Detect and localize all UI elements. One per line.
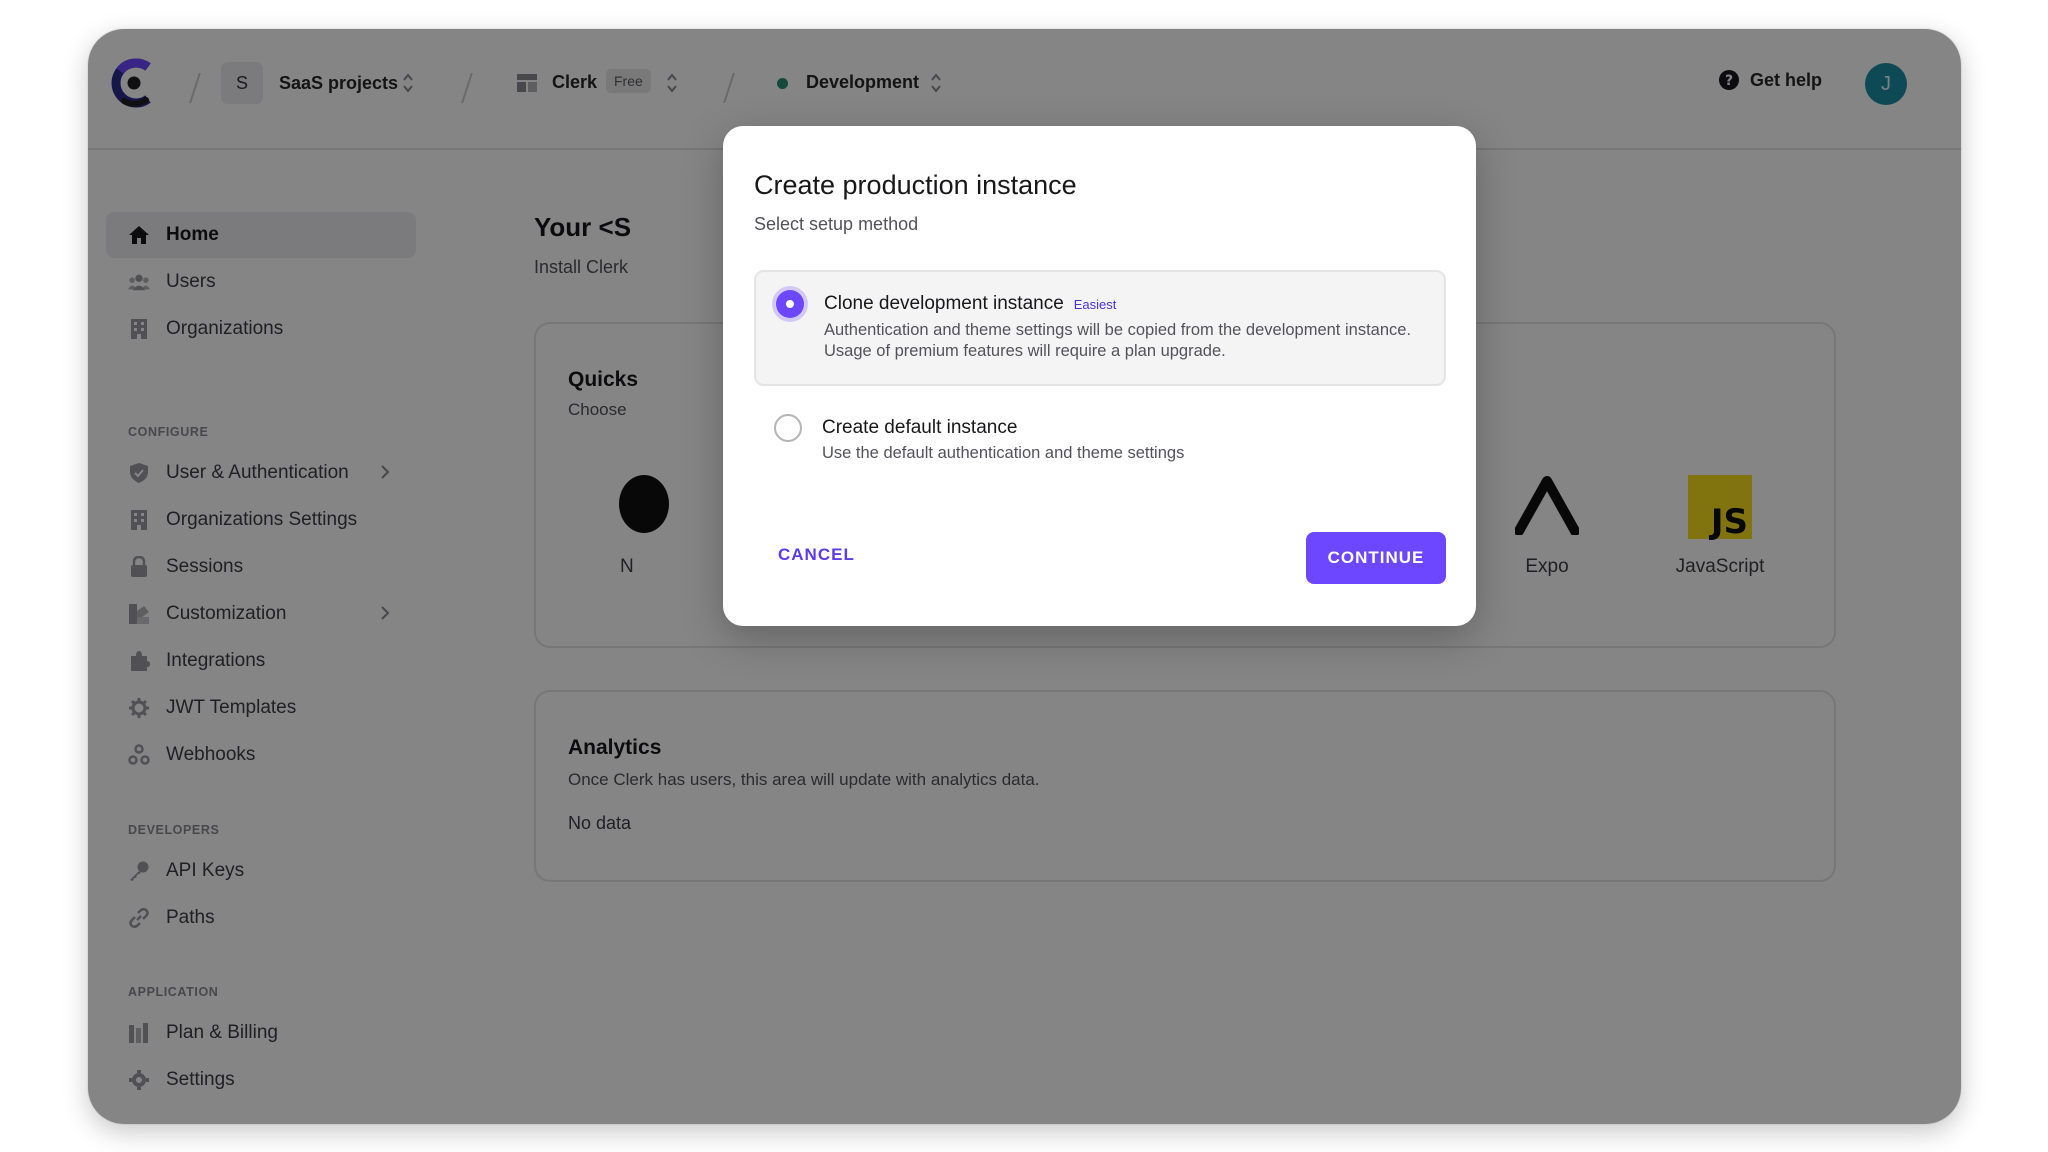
easiest-badge: Easiest <box>1073 297 1117 312</box>
option-title-text: Clone development instance <box>824 293 1064 314</box>
radio-clone-development[interactable] <box>776 290 804 318</box>
option-clone-development[interactable]: Clone development instance Easiest Authen… <box>754 270 1446 386</box>
radio-create-default[interactable] <box>774 414 802 442</box>
continue-button[interactable]: CONTINUE <box>1306 532 1446 584</box>
option-create-default[interactable]: Create default instance Use the default … <box>754 398 1446 478</box>
option-description: Use the default authentication and theme… <box>822 444 1185 462</box>
option-title: Clone development instance Easiest <box>824 293 1116 315</box>
create-production-instance-dialog: Create production instance Select setup … <box>723 126 1476 626</box>
option-description: Authentication and theme settings will b… <box>824 321 1412 360</box>
app-window: S SaaS projects Clerk Free Development ? <box>88 29 1961 1124</box>
dialog-title: Create production instance <box>754 170 1077 200</box>
dialog-subtitle: Select setup method <box>754 214 919 234</box>
option-title: Create default instance <box>822 417 1018 438</box>
cancel-button[interactable]: CANCEL <box>778 545 855 565</box>
